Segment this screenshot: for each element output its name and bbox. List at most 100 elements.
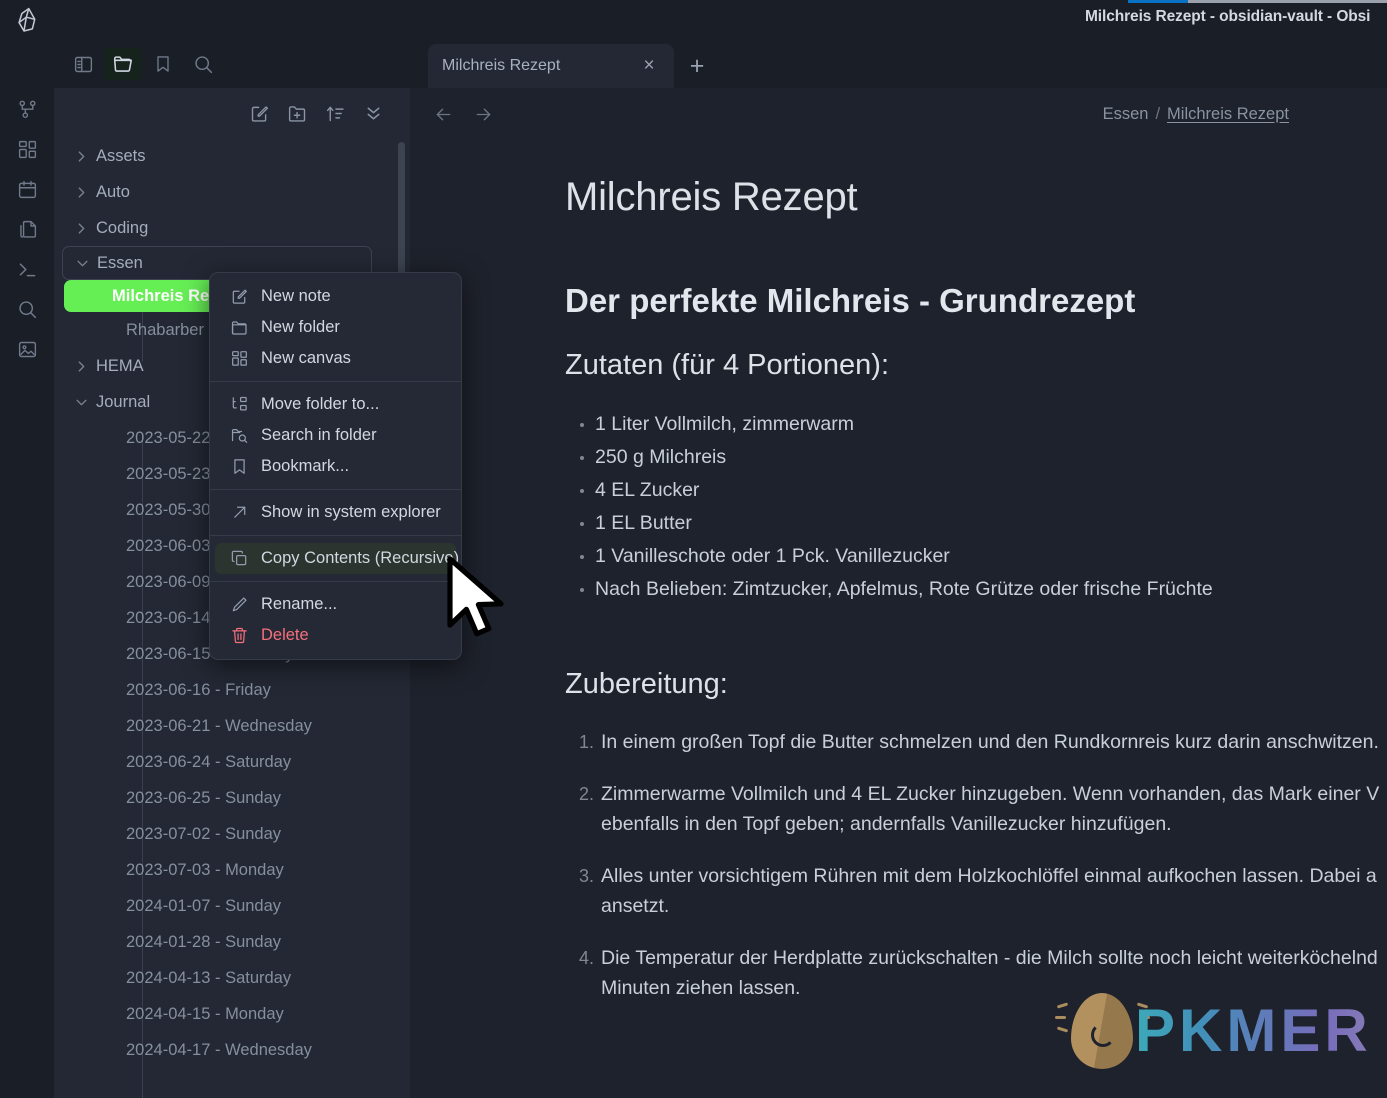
tree-folder-item[interactable]: Auto: [54, 174, 410, 210]
tree-file-item[interactable]: 2023-07-02 - Sunday: [54, 816, 410, 852]
search-icon[interactable]: [12, 296, 42, 322]
menu-item-label: New canvas: [261, 349, 351, 367]
chevron-right-icon[interactable]: [72, 219, 90, 237]
note-content[interactable]: Milchreis Rezept Der perfekte Milchreis …: [410, 140, 1387, 1098]
ingredients-heading: Zutaten (für 4 Portionen):: [565, 349, 889, 381]
breadcrumb-current[interactable]: Milchreis Rezept: [1167, 105, 1289, 124]
tree-item-label: 2023-06-25 - Sunday: [126, 788, 282, 807]
folder-context-menu: New note New folder New canvas Move folder …: [209, 272, 462, 660]
ingredients-list: 1 Liter Vollmilch, zimmerwarm 250 g Milch…: [565, 408, 1387, 606]
tree-file-item[interactable]: 2024-04-13 - Saturday: [54, 960, 410, 996]
menu-item-copy-contents-recursive[interactable]: Copy Contents (Recursive): [215, 543, 459, 574]
menu-item-new-folder[interactable]: New folder: [215, 312, 456, 343]
toggle-left-sidebar[interactable]: [64, 48, 102, 80]
tree-item-label: Essen: [97, 253, 143, 272]
tree-item-label: 2024-01-07 - Sunday: [126, 896, 282, 915]
chevron-down-icon[interactable]: [73, 254, 91, 272]
preparation-step: In einem großen Topf die Butter schmelze…: [565, 727, 1387, 757]
page-title: Milchreis Rezept: [565, 175, 858, 219]
menu-item-label: Delete: [261, 626, 309, 644]
view-header: Essen / Milchreis Rezept: [410, 88, 1387, 140]
chevron-down-icon[interactable]: [72, 393, 90, 411]
tree-file-item[interactable]: 2024-01-07 - Sunday: [54, 888, 410, 924]
main-workspace: Milchreis Rezept × + Essen / Milchreis R…: [410, 40, 1387, 1098]
tree-item-label: 2024-04-17 - Wednesday: [126, 1040, 312, 1059]
document-tab-label: Milchreis Rezept: [442, 57, 561, 74]
tree-file-item[interactable]: 2023-06-16 - Friday: [54, 672, 410, 708]
tree-file-item[interactable]: 2023-06-24 - Saturday: [54, 744, 410, 780]
calendar-icon[interactable]: [12, 176, 42, 202]
tree-folder-item[interactable]: Coding: [54, 210, 410, 246]
forward-arrow-icon[interactable]: [470, 101, 496, 127]
graph-view-icon[interactable]: [12, 96, 42, 122]
ingredient-item: 1 Vanilleschote oder 1 Pck. Vanillezucke…: [565, 540, 1387, 573]
ingredient-item: 250 g Milchreis: [565, 441, 1387, 474]
menu-item-label: Show in system explorer: [261, 503, 441, 521]
menu-item-move-folder-to[interactable]: Move folder to...: [215, 389, 456, 420]
bookmark-icon: [227, 457, 251, 477]
menu-item-new-note[interactable]: New note: [215, 281, 456, 312]
search-tab[interactable]: [184, 48, 222, 80]
chevron-right-icon[interactable]: [72, 357, 90, 375]
close-icon[interactable]: ×: [638, 55, 660, 77]
new-note-button[interactable]: [248, 102, 270, 124]
ribbon-icon-list: [0, 96, 54, 362]
window-title: Milchreis Rezept - obsidian-vault - Obsi: [1085, 8, 1371, 25]
back-arrow-icon[interactable]: [430, 101, 456, 127]
tree-file-item[interactable]: 2023-06-25 - Sunday: [54, 780, 410, 816]
menu-item-rename[interactable]: Rename...: [215, 589, 456, 620]
bookmarks-tab[interactable]: [144, 48, 182, 80]
tree-item-label: 2023-07-02 - Sunday: [126, 824, 282, 843]
menu-item-show-in-system-explorer[interactable]: Show in system explorer: [215, 497, 456, 528]
tree-item-label: 2024-04-13 - Saturday: [126, 968, 292, 987]
file-explorer-tab[interactable]: [104, 48, 142, 80]
left-ribbon: [0, 0, 54, 1098]
tree-item-label: HEMA: [96, 356, 144, 375]
new-note-icon: [227, 287, 251, 307]
tree-folder-item[interactable]: Assets: [54, 138, 410, 174]
terminal-icon[interactable]: [12, 256, 42, 282]
tree-file-item[interactable]: 2024-04-17 - Wednesday: [54, 1032, 410, 1068]
copy-icon: [227, 549, 251, 569]
document-tab-bar: Milchreis Rezept × +: [410, 40, 1387, 88]
breadcrumb-parent[interactable]: Essen: [1103, 105, 1149, 124]
chevron-right-icon[interactable]: [72, 147, 90, 165]
external-link-icon: [227, 503, 251, 523]
menu-item-search-in-folder[interactable]: Search in folder: [215, 420, 456, 451]
menu-item-delete[interactable]: Delete: [215, 620, 456, 651]
files-icon[interactable]: [12, 216, 42, 242]
document-tab[interactable]: Milchreis Rezept ×: [428, 44, 674, 88]
note-heading: Der perfekte Milchreis - Grundrezept: [565, 282, 1136, 319]
tree-item-label: 2023-06-21 - Wednesday: [126, 716, 312, 735]
file-explorer-toolbar: [54, 88, 410, 138]
tree-item-label: 2023-06-24 - Saturday: [126, 752, 292, 771]
new-folder-button[interactable]: [286, 102, 308, 124]
change-sort-order-button[interactable]: [324, 102, 346, 124]
window-accent-bar-rest: [1188, 0, 1387, 3]
tree-item-label: 2024-04-15 - Monday: [126, 1004, 284, 1023]
breadcrumb: Essen / Milchreis Rezept: [1103, 105, 1289, 124]
tree-item-label: Rhabarber: [126, 320, 204, 339]
collapse-all-button[interactable]: [362, 102, 384, 124]
ingredient-item: Nach Belieben: Zimtzucker, Apfelmus, Rot…: [565, 573, 1387, 606]
preparation-steps: In einem großen Topf die Butter schmelze…: [565, 727, 1387, 1003]
tree-item-label: 2023-05-30: [126, 500, 211, 519]
step-line: Minuten ziehen lassen.: [601, 977, 801, 999]
ingredient-item: 1 Liter Vollmilch, zimmerwarm: [565, 408, 1387, 441]
menu-item-label: Move folder to...: [261, 395, 380, 413]
move-folder-icon: [227, 395, 251, 415]
chevron-right-icon[interactable]: [72, 183, 90, 201]
menu-item-bookmark[interactable]: Bookmark...: [215, 451, 456, 482]
tree-file-item[interactable]: 2024-01-28 - Sunday: [54, 924, 410, 960]
tree-file-item[interactable]: 2024-04-15 - Monday: [54, 996, 410, 1032]
image-icon[interactable]: [12, 336, 42, 362]
step-line: In einem großen Topf die Butter schmelze…: [601, 731, 1379, 753]
tree-file-item[interactable]: 2023-07-03 - Monday: [54, 852, 410, 888]
canvas-icon[interactable]: [12, 136, 42, 162]
new-tab-button[interactable]: +: [680, 44, 714, 88]
menu-item-label: New folder: [261, 318, 340, 336]
pencil-icon: [227, 595, 251, 615]
tree-file-item[interactable]: 2023-06-21 - Wednesday: [54, 708, 410, 744]
menu-item-new-canvas[interactable]: New canvas: [215, 343, 456, 374]
step-line: Zimmerwarme Vollmilch und 4 EL Zucker hi…: [601, 783, 1380, 805]
